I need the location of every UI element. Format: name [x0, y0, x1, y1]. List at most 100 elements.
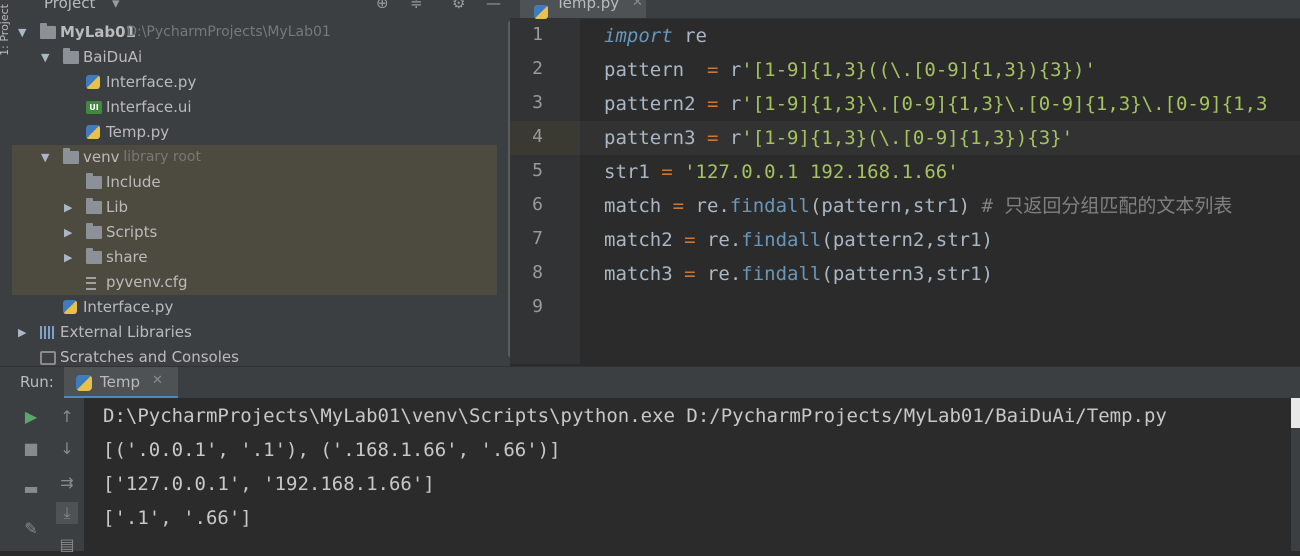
run-toolbar: ▶ ↑ ■ ↓ ▬ ⇉ ⤓ ✎ ▤	[0, 398, 84, 554]
console-output-line: ['127.0.0.1', '192.168.1.66']	[103, 473, 435, 495]
editor-tab-temp[interactable]: Temp.py ✕	[520, 0, 646, 19]
library-icon	[40, 326, 56, 339]
code-line[interactable]: import re	[604, 19, 707, 53]
python-file-icon	[86, 75, 100, 89]
tree-item-label: Lib	[106, 198, 129, 216]
console-output-line: ['.1', '.66']	[103, 507, 252, 529]
tree-item[interactable]: ▶ share	[12, 245, 497, 270]
tree-item-label: pyvenv.cfg	[106, 273, 188, 291]
code-line[interactable]: match = re.findall(pattern,str1) # 只返回分组…	[604, 189, 1232, 223]
folder-icon	[40, 23, 56, 39]
gear-icon[interactable]: ⚙	[452, 0, 465, 12]
tree-item-label: Temp.py	[106, 123, 170, 141]
python-file-icon	[86, 125, 100, 139]
rerun-icon[interactable]: ▶	[20, 406, 42, 428]
tree-item-label: Scripts	[106, 223, 158, 241]
project-panel: Project ▾ ⊕ ≑ ⚙ — ▼ MyLab01 D:\PycharmProj…	[12, 0, 510, 366]
collapse-arrow-icon[interactable]: ▶	[64, 195, 72, 220]
tree-item[interactable]: Interface.py	[12, 295, 497, 320]
folder-icon	[86, 223, 102, 239]
line-number: 3	[532, 92, 543, 113]
tree-item[interactable]: ▶ Scripts	[12, 220, 497, 245]
scroll-to-end-icon[interactable]: ⤓	[56, 502, 78, 524]
folder-icon	[63, 48, 79, 64]
expand-arrow-icon[interactable]: ▼	[41, 45, 49, 70]
tree-item-label: MyLab01	[60, 23, 136, 41]
arrow-up-icon[interactable]: ↑	[56, 406, 78, 428]
tree-item[interactable]: ▶ External Libraries	[12, 320, 497, 345]
tree-item[interactable]: Include	[12, 170, 497, 195]
python-icon	[76, 375, 92, 391]
tree-item[interactable]: ▼ venv library root	[12, 145, 497, 170]
collapse-all-icon[interactable]: ≑	[410, 0, 423, 12]
tree-item-label: Interface.py	[83, 298, 174, 316]
editor-tab-label: Temp.py	[556, 0, 620, 12]
python-file-icon	[63, 300, 77, 314]
print-icon[interactable]: ▤	[56, 534, 78, 556]
tree-item[interactable]: ▼ MyLab01 D:\PycharmProjects\MyLab01	[12, 20, 497, 45]
code-line[interactable]: pattern = r'[1-9]{1,3}((\.[0-9]{1,3}){3}…	[604, 53, 1096, 87]
tree-item[interactable]: ▶ Lib	[12, 195, 497, 220]
run-console[interactable]: D:\PycharmProjects\MyLab01\venv\Scripts\…	[84, 398, 1300, 551]
close-icon[interactable]: ✕	[632, 0, 643, 10]
tree-item[interactable]: Scratches and Consoles	[12, 345, 497, 366]
tree-item-suffix: library root	[123, 149, 201, 165]
code-line[interactable]: match3 = re.findall(pattern3,str1)	[604, 257, 993, 291]
hide-panel-icon[interactable]: —	[486, 0, 501, 12]
collapse-arrow-icon[interactable]: ▶	[64, 245, 72, 270]
tree-item[interactable]: Temp.py	[12, 120, 497, 145]
line-number: 2	[532, 58, 543, 79]
code-line[interactable]: pattern2 = r'[1-9]{1,3}\.[0-9]{1,3}\.[0-…	[604, 87, 1268, 121]
close-icon[interactable]: ✕	[152, 373, 163, 388]
editor-tab-bar: Temp.py ✕	[510, 0, 1300, 19]
tree-item-label: Include	[106, 173, 161, 191]
pin-icon[interactable]: ✎	[20, 518, 42, 540]
python-file-icon	[534, 5, 548, 19]
folder-icon	[86, 248, 102, 264]
folder-icon	[86, 173, 102, 189]
tree-item[interactable]: pyvenv.cfg	[12, 270, 497, 295]
console-scrollbar-thumb[interactable]	[1291, 398, 1300, 428]
arrow-down-icon[interactable]: ↓	[56, 438, 78, 460]
scratch-icon	[40, 351, 56, 365]
tree-item[interactable]: UI Interface.ui	[12, 95, 497, 120]
tree-item-label: share	[106, 248, 148, 266]
stop-icon[interactable]: ■	[20, 438, 42, 460]
line-number: 6	[532, 194, 543, 215]
locate-icon[interactable]: ⊕	[376, 0, 389, 12]
code-line[interactable]: pattern3 = r'[1-9]{1,3}(\.[0-9]{1,3}){3}…	[604, 121, 1073, 155]
tree-item-label: Scratches and Consoles	[60, 348, 239, 366]
tree-item[interactable]: Interface.py	[12, 70, 497, 95]
chevron-down-icon[interactable]: ▾	[112, 0, 120, 12]
run-panel-header: Run: Temp ✕	[0, 366, 1300, 399]
ui-file-icon: UI	[86, 101, 102, 114]
code-line[interactable]: str1 = '127.0.0.1 192.168.1.66'	[604, 155, 959, 189]
run-tab-temp[interactable]: Temp ✕	[64, 367, 178, 399]
tree-item-label: Interface.ui	[106, 98, 192, 116]
editor-gutter: 1 2 3 4 5 6 7 8 9	[510, 19, 580, 364]
code-editor[interactable]: import re pattern = r'[1-9]{1,3}((\.[0-9]…	[580, 19, 1300, 364]
collapse-arrow-icon[interactable]: ▶	[18, 320, 26, 345]
code-line[interactable]: match2 = re.findall(pattern2,str1)	[604, 223, 993, 257]
tree-item[interactable]: ▼ BaiDuAi	[12, 45, 497, 70]
soft-wrap-icon[interactable]: ⇉	[56, 472, 78, 494]
run-tab-label: Temp	[100, 373, 140, 391]
project-panel-title[interactable]: Project	[44, 0, 95, 12]
tree-item-label: Interface.py	[106, 73, 197, 91]
project-panel-header: Project ▾ ⊕ ≑ ⚙ —	[12, 0, 510, 14]
line-number: 9	[532, 296, 543, 317]
line-number: 1	[532, 24, 543, 45]
tree-item-path: D:\PycharmProjects\MyLab01	[126, 24, 331, 40]
run-label: Run:	[20, 373, 54, 391]
collapse-arrow-icon[interactable]: ▶	[64, 220, 72, 245]
line-number: 8	[532, 262, 543, 283]
tree-item-label: External Libraries	[60, 323, 192, 341]
config-file-icon	[86, 277, 96, 290]
project-tool-label[interactable]: 1: Project	[0, 4, 11, 56]
console-output-line: [('.0.0.1', '.1'), ('.168.1.66', '.66')]	[103, 439, 561, 461]
line-number: 5	[532, 160, 543, 181]
line-number: 4	[532, 126, 543, 147]
expand-arrow-icon[interactable]: ▼	[18, 20, 26, 45]
expand-arrow-icon[interactable]: ▼	[41, 145, 49, 170]
layout-icon[interactable]: ▬	[20, 478, 42, 500]
